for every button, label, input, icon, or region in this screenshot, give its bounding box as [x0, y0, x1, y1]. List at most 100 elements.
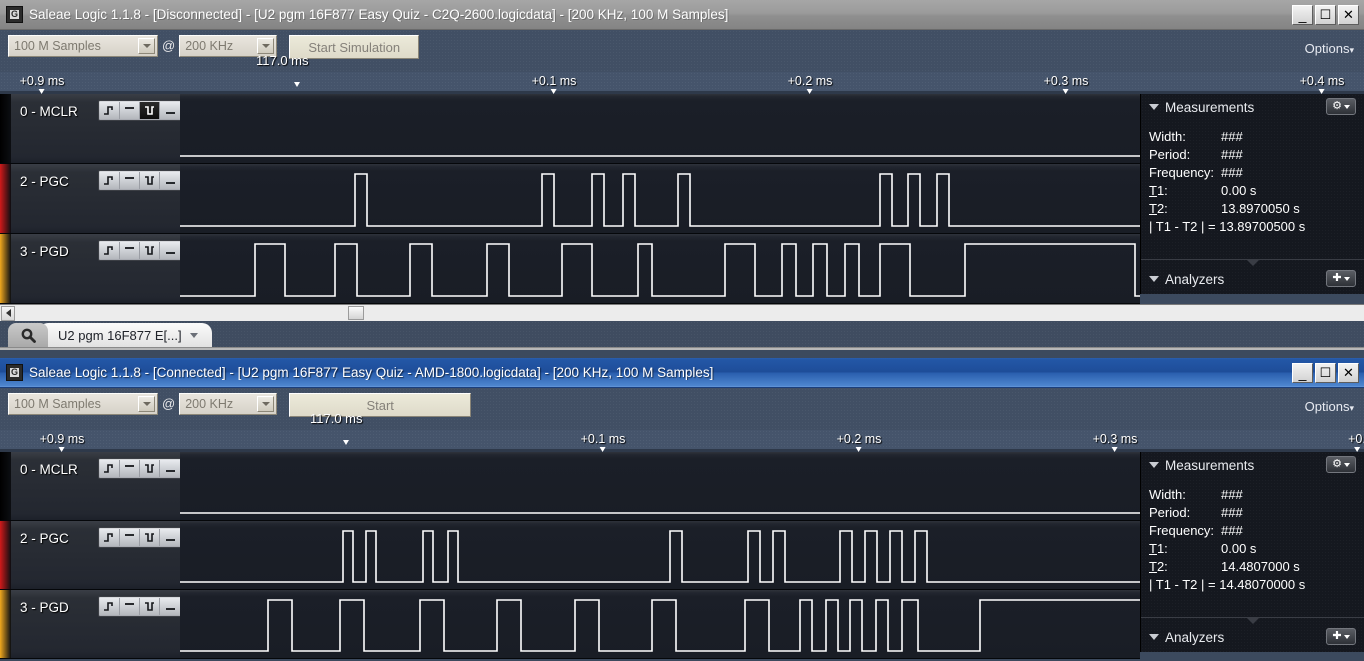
- add-analyzer-button[interactable]: ✚: [1326, 628, 1356, 645]
- falling-edge-icon[interactable]: [140, 102, 160, 119]
- titlebar-window-1[interactable]: Saleae Logic 1.1.8 - [Disconnected] - [U…: [0, 0, 1364, 30]
- measurement-label: Width:: [1149, 128, 1221, 146]
- analyzers-title: Analyzers: [1165, 630, 1224, 645]
- collapse-triangle-icon[interactable]: [1149, 634, 1159, 640]
- rising-edge-icon[interactable]: [100, 598, 120, 615]
- analyzers-header[interactable]: Analyzers ✚: [1141, 266, 1364, 292]
- options-menu-button[interactable]: Options▾: [1305, 399, 1354, 414]
- measurements-title: Measurements: [1165, 458, 1254, 473]
- caret-down-icon: [1344, 277, 1350, 281]
- high-level-icon[interactable]: [120, 172, 140, 189]
- rising-edge-icon[interactable]: [100, 172, 120, 189]
- low-level-icon[interactable]: [160, 102, 180, 119]
- collapse-triangle-icon[interactable]: [1149, 462, 1159, 468]
- caret-down-icon[interactable]: [190, 333, 198, 338]
- channel-header-1[interactable]: 2 - PGC: [0, 164, 180, 234]
- sample-count-select[interactable]: 100 M Samples: [8, 393, 158, 415]
- chevron-down-icon[interactable]: [257, 38, 274, 54]
- high-level-icon[interactable]: [120, 460, 140, 477]
- measurements-title: Measurements: [1165, 100, 1254, 115]
- channel-header-2[interactable]: 3 - PGD: [0, 234, 180, 304]
- channel-header-0[interactable]: 0 - MCLR: [0, 94, 180, 164]
- tab-document[interactable]: U2 pgm 16F877 E[...]: [38, 323, 212, 347]
- chevron-down-icon[interactable]: [138, 38, 155, 54]
- maximize-button[interactable]: ☐: [1315, 363, 1336, 383]
- search-icon: [20, 327, 37, 344]
- high-level-icon[interactable]: [120, 242, 140, 259]
- high-level-icon[interactable]: [120, 102, 140, 119]
- horizontal-scrollbar-window-1[interactable]: [0, 304, 1364, 321]
- high-level-icon[interactable]: [120, 598, 140, 615]
- ruler-tick: +0.1 ms: [581, 432, 626, 446]
- options-menu-button[interactable]: Options▾: [1305, 41, 1354, 56]
- ruler-tick: +0.: [1348, 432, 1364, 446]
- measurement-label: Period:: [1149, 504, 1221, 522]
- window-controls: _ ☐ ✕: [1292, 5, 1359, 25]
- scroll-left-button[interactable]: [1, 306, 15, 321]
- sample-count-select[interactable]: 100 M Samples: [8, 35, 158, 57]
- channel-color-bar: [0, 234, 11, 303]
- timeline-ruler-window-2[interactable]: +0.9 ms+0.1 ms+0.2 ms+0.3 ms+0.: [0, 430, 1364, 452]
- timeline-ruler-window-1[interactable]: +0.9 ms+0.1 ms+0.2 ms+0.3 ms+0.4 ms: [0, 72, 1364, 94]
- falling-edge-icon[interactable]: [140, 529, 160, 546]
- logic-window-2: Saleae Logic 1.1.8 - [Connected] - [U2 p…: [0, 358, 1364, 661]
- close-button[interactable]: ✕: [1338, 5, 1359, 25]
- analyzers-header[interactable]: Analyzers ✚: [1141, 624, 1364, 650]
- low-level-icon[interactable]: [160, 529, 180, 546]
- maximize-button[interactable]: ☐: [1315, 5, 1336, 25]
- rising-edge-icon[interactable]: [100, 529, 120, 546]
- measurement-label: T1:: [1149, 182, 1221, 200]
- measurements-settings-button[interactable]: ⚙: [1326, 456, 1356, 473]
- ruler-marker[interactable]: [343, 440, 349, 445]
- low-level-icon[interactable]: [160, 598, 180, 615]
- add-analyzer-button[interactable]: ✚: [1326, 270, 1356, 287]
- low-level-icon[interactable]: [160, 172, 180, 189]
- trigger-button-group: [98, 527, 182, 548]
- low-level-icon[interactable]: [160, 242, 180, 259]
- falling-edge-icon[interactable]: [140, 460, 160, 477]
- ruler-marker[interactable]: [294, 82, 300, 87]
- channel-header-2[interactable]: 3 - PGD: [0, 590, 180, 659]
- titlebar-window-2[interactable]: Saleae Logic 1.1.8 - [Connected] - [U2 p…: [0, 358, 1364, 388]
- waveform-track-2[interactable]: [180, 234, 1140, 304]
- waveform-track-1[interactable]: [180, 521, 1140, 590]
- chevron-down-icon[interactable]: [257, 396, 274, 412]
- channel-header-1[interactable]: 2 - PGC: [0, 521, 180, 590]
- sample-rate-select[interactable]: 200 KHz: [179, 393, 277, 415]
- sample-rate-value: 200 KHz: [185, 39, 233, 53]
- measurements-header[interactable]: Measurements ⚙: [1141, 452, 1364, 478]
- minimize-button[interactable]: _: [1292, 363, 1313, 383]
- capture-duration-label: 117.0 ms: [310, 411, 363, 426]
- waveform-svg: [180, 590, 1140, 659]
- waveform-track-2[interactable]: [180, 590, 1140, 659]
- collapse-triangle-icon[interactable]: [1149, 276, 1159, 282]
- waveform-track-1[interactable]: [180, 164, 1140, 234]
- falling-edge-icon[interactable]: [140, 172, 160, 189]
- falling-edge-icon[interactable]: [140, 242, 160, 259]
- close-button[interactable]: ✕: [1338, 363, 1359, 383]
- rising-edge-icon[interactable]: [100, 242, 120, 259]
- scroll-thumb[interactable]: [348, 306, 364, 320]
- rising-edge-icon[interactable]: [100, 102, 120, 119]
- measurement-value: 0.00 s: [1221, 540, 1256, 558]
- high-level-icon[interactable]: [120, 529, 140, 546]
- search-tab[interactable]: [8, 323, 48, 347]
- collapse-triangle-icon[interactable]: [1149, 104, 1159, 110]
- measurement-value: 13.8970050 s: [1221, 200, 1300, 218]
- main-area-window-1: 0 - MCLR 2 - PGC 3 - PGD Measurements ⚙: [0, 94, 1364, 304]
- measurement-value: ###: [1221, 146, 1243, 164]
- rising-edge-icon[interactable]: [100, 460, 120, 477]
- minimize-button[interactable]: _: [1292, 5, 1313, 25]
- waveform-track-0[interactable]: [180, 94, 1140, 164]
- falling-edge-icon[interactable]: [140, 598, 160, 615]
- measurement-row: Frequency:###: [1149, 164, 1364, 182]
- chevron-down-icon[interactable]: [138, 396, 155, 412]
- measurement-row: T2:14.4807000 s: [1149, 558, 1364, 576]
- trigger-button-group: [98, 170, 182, 191]
- waveform-track-0[interactable]: [180, 452, 1140, 521]
- low-level-icon[interactable]: [160, 460, 180, 477]
- measurements-settings-button[interactable]: ⚙: [1326, 98, 1356, 115]
- measurement-label: T2:: [1149, 558, 1221, 576]
- measurements-header[interactable]: Measurements ⚙: [1141, 94, 1364, 120]
- channel-header-0[interactable]: 0 - MCLR: [0, 452, 180, 521]
